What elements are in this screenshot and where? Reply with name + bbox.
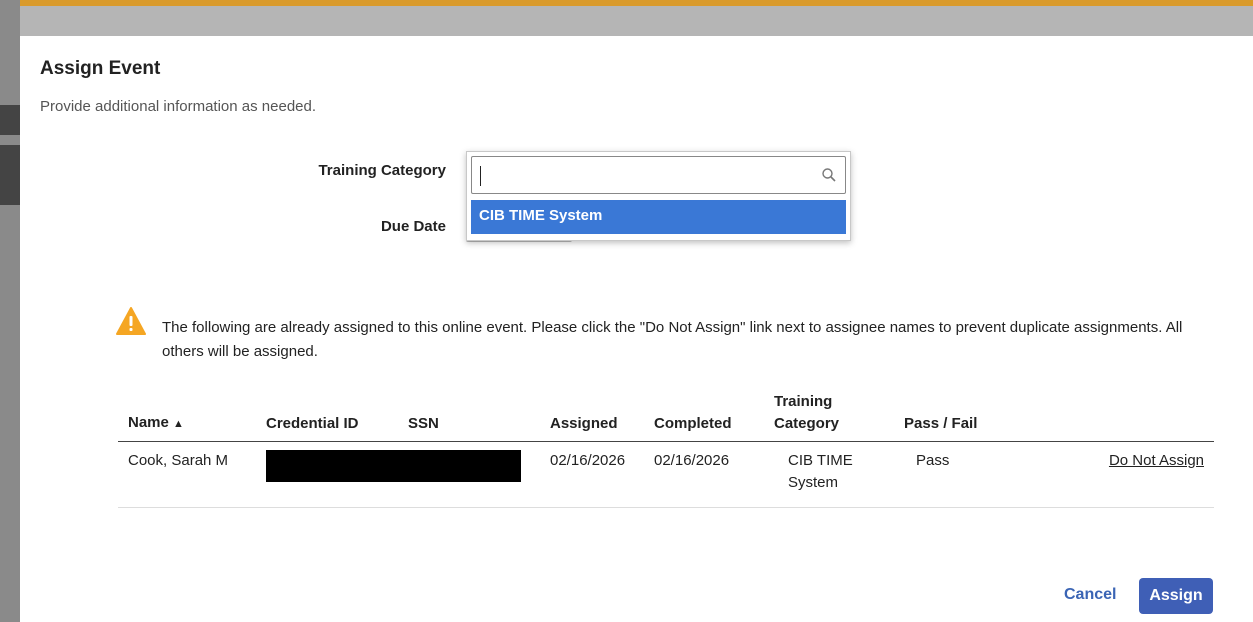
warning-icon xyxy=(116,307,146,335)
column-header-ssn: SSN xyxy=(398,391,540,442)
table-row: Cook, Sarah M 02/16/2026 02/16/2026 CIB … xyxy=(118,441,1214,508)
column-header-assigned: Assigned xyxy=(540,391,644,442)
assign-button[interactable]: Assign xyxy=(1139,578,1213,614)
text-caret xyxy=(480,166,481,186)
modal-title: Assign Event xyxy=(40,58,161,79)
cell-assigned: 02/16/2026 xyxy=(540,441,644,508)
cancel-button[interactable]: Cancel xyxy=(1064,586,1116,604)
column-header-credential-id: Credential ID xyxy=(256,391,398,442)
column-header-name[interactable]: Name ▲ xyxy=(118,391,256,442)
dropdown-option-cib-time-system[interactable]: CIB TIME System xyxy=(471,200,846,234)
column-header-training-category: Training Category xyxy=(764,391,894,442)
sort-ascending-icon: ▲ xyxy=(173,418,184,430)
table-header-row: Name ▲ Credential ID SSN Assigned Comple… xyxy=(118,391,1214,442)
cell-pass-fail: Pass xyxy=(894,441,1014,508)
background-app xyxy=(0,0,20,622)
modal-subtitle: Provide additional information as needed… xyxy=(40,98,317,115)
assignees-table: Name ▲ Credential ID SSN Assigned Comple… xyxy=(118,391,1214,508)
column-header-action xyxy=(1014,391,1214,442)
search-icon xyxy=(822,168,836,182)
column-header-completed: Completed xyxy=(644,391,764,442)
training-category-search-input[interactable] xyxy=(471,156,846,194)
column-header-pass-fail: Pass / Fail xyxy=(894,391,1014,442)
redaction-block xyxy=(266,450,521,482)
assign-event-modal: Assign Event Provide additional informat… xyxy=(20,6,1253,622)
do-not-assign-link[interactable]: Do Not Assign xyxy=(1109,452,1204,469)
training-category-combobox[interactable]: CIB TIME System xyxy=(466,151,851,241)
due-date-label: Due Date xyxy=(380,218,446,235)
modal-header-bar xyxy=(20,6,1253,36)
training-category-label: Training Category xyxy=(318,162,446,179)
duplicate-warning-message: The following are already assigned to th… xyxy=(162,319,1183,360)
cell-training-category: CIB TIME System xyxy=(764,441,894,508)
cell-completed: 02/16/2026 xyxy=(644,441,764,508)
cell-name: Cook, Sarah M xyxy=(118,441,256,508)
cell-redacted-credential-ssn xyxy=(256,441,540,508)
